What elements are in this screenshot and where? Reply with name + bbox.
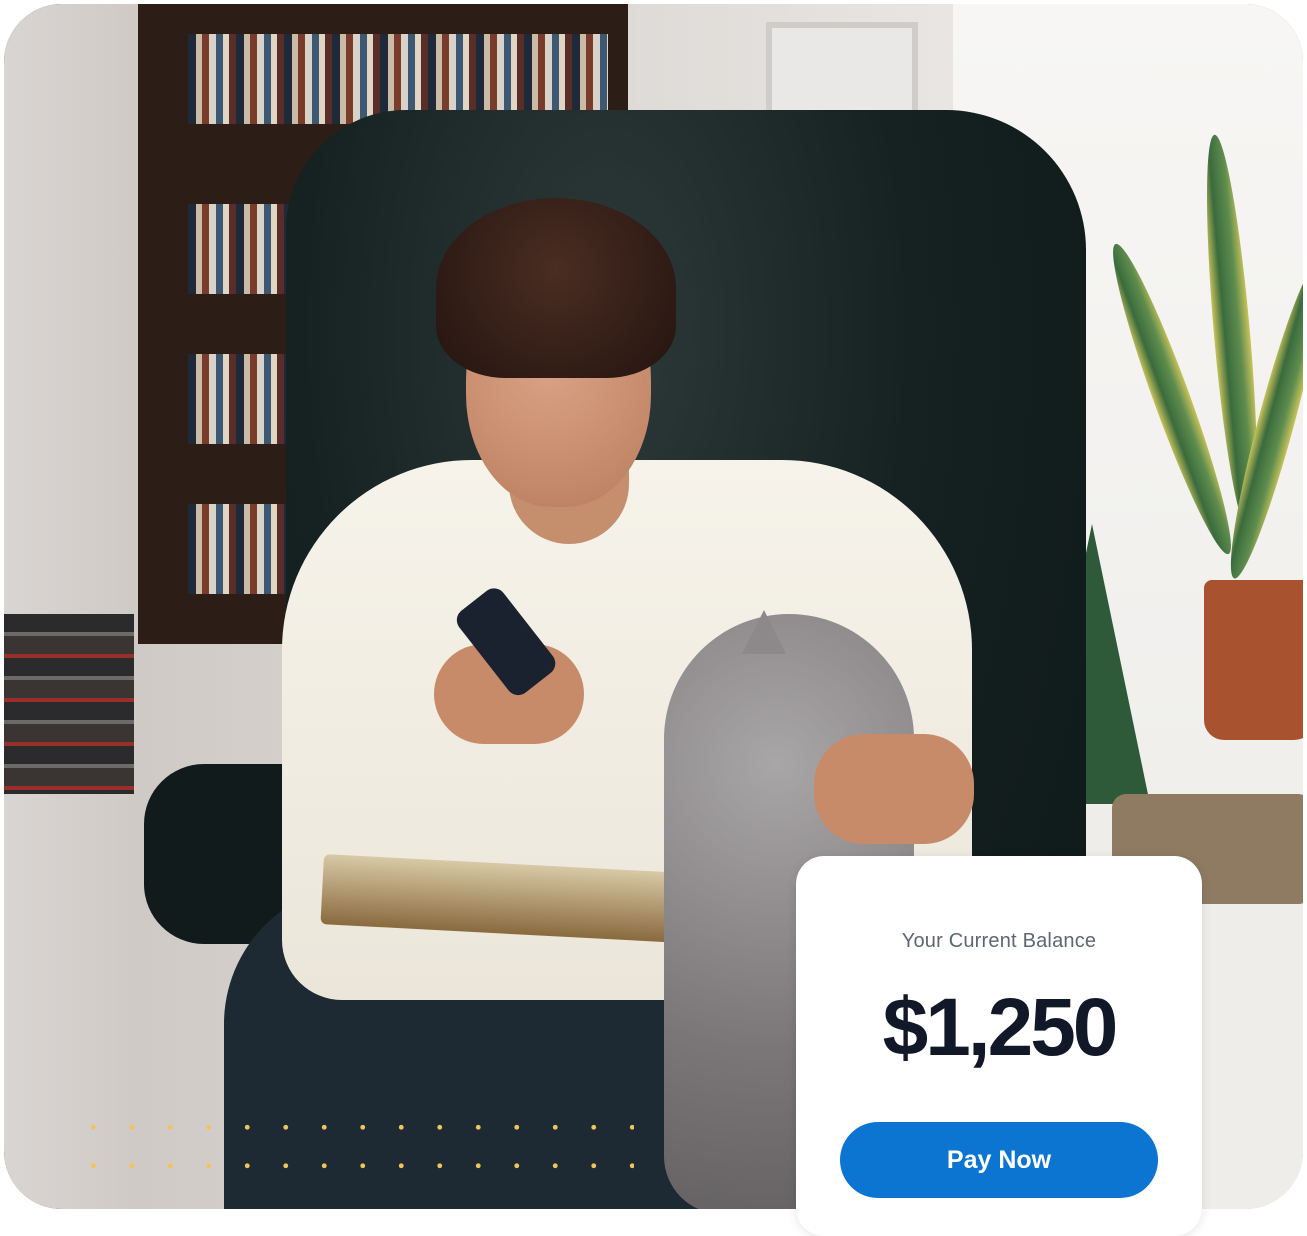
decorative-dot-pattern bbox=[74, 1108, 634, 1198]
balance-amount: $1,250 bbox=[882, 982, 1119, 1073]
balance-card: Your Current Balance $1,250 Pay Now bbox=[796, 856, 1202, 1236]
pay-now-button[interactable]: Pay Now bbox=[840, 1122, 1158, 1198]
balance-label: Your Current Balance bbox=[901, 930, 1097, 952]
